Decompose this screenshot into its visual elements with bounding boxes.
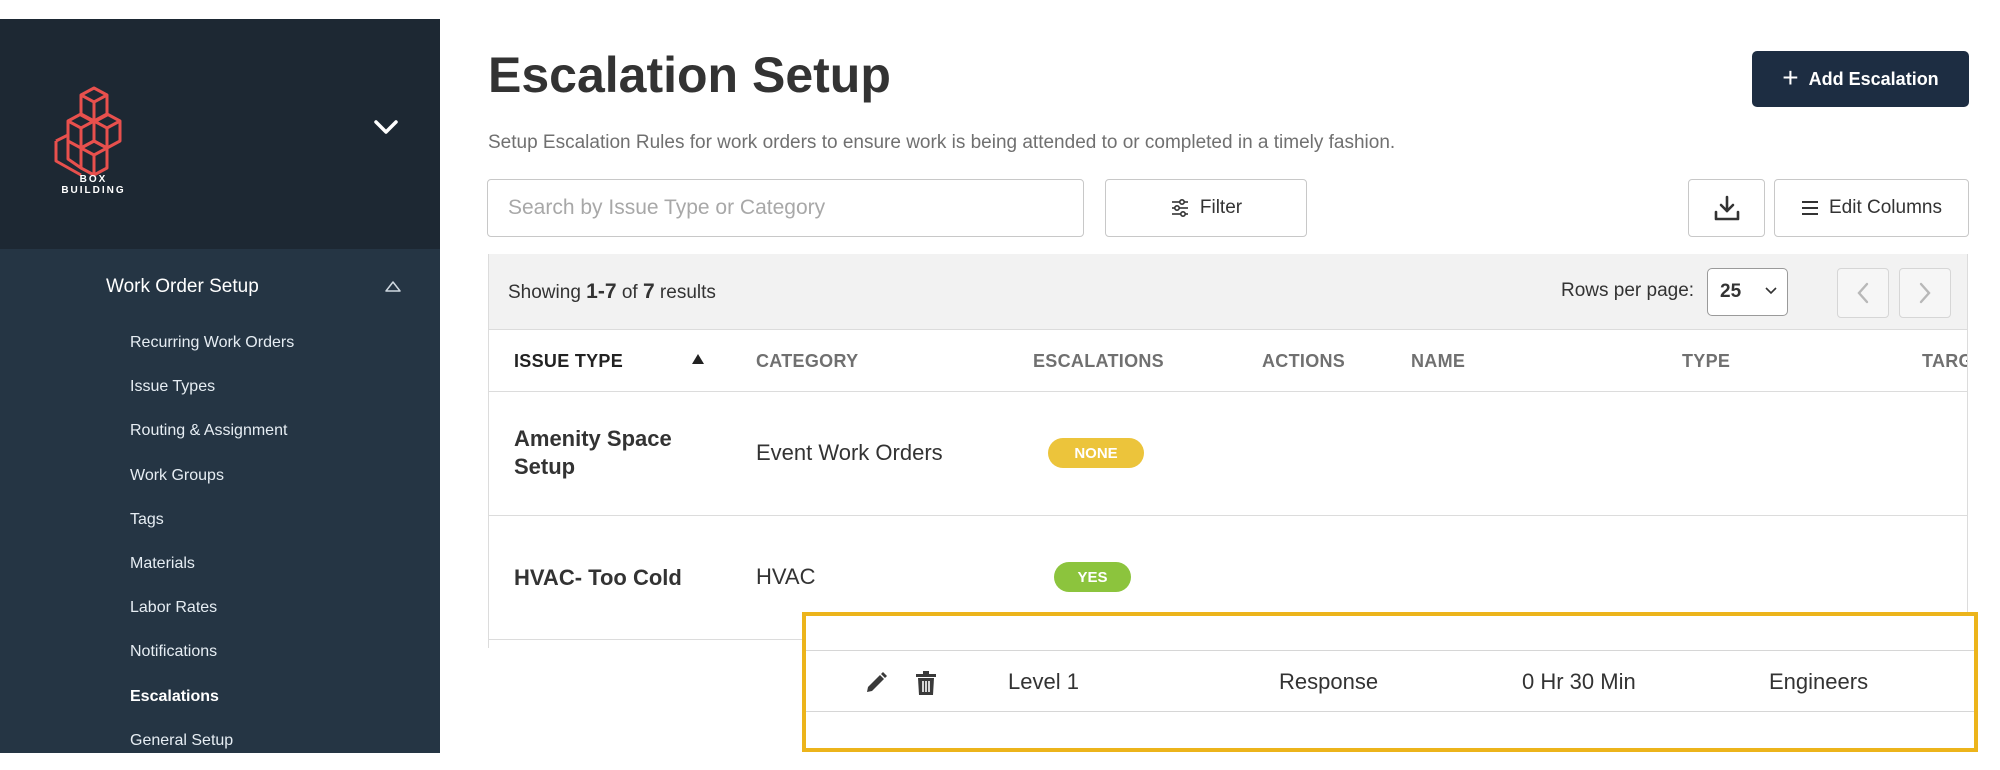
column-header-issue-type[interactable]: ISSUE TYPE bbox=[514, 351, 623, 372]
caret-up-icon bbox=[385, 281, 401, 292]
sidebar-item-notifications[interactable]: Notifications bbox=[0, 630, 440, 674]
brand-name: BOX BUILDING bbox=[61, 174, 126, 196]
rows-per-page-value: 25 bbox=[1720, 281, 1742, 302]
table-row[interactable]: Amenity Space Setup Event Work Orders NO… bbox=[489, 392, 1967, 516]
sidebar-item-work-groups[interactable]: Work Groups bbox=[0, 454, 440, 498]
category-cell: Event Work Orders bbox=[756, 440, 943, 465]
page-title: Escalation Setup bbox=[488, 47, 891, 103]
plus-icon: + bbox=[1782, 61, 1799, 93]
sidebar-item-tags[interactable]: Tags bbox=[0, 498, 440, 542]
sidebar-group-work-order-setup[interactable]: Work Order Setup bbox=[0, 267, 440, 307]
search-input[interactable] bbox=[487, 179, 1084, 237]
escalation-name: Level 1 bbox=[1008, 669, 1079, 694]
sidebar-item-recurring-work-orders[interactable]: Recurring Work Orders bbox=[0, 321, 440, 365]
sort-ascending-icon[interactable] bbox=[691, 352, 705, 366]
menu-lines-icon bbox=[1802, 201, 1818, 215]
sidebar-group-label: Work Order Setup bbox=[106, 276, 259, 297]
expanded-escalation-panel: Level 1 Response 0 Hr 30 Min Engineers bbox=[802, 612, 1978, 752]
download-button[interactable] bbox=[1688, 179, 1765, 237]
chevron-left-icon bbox=[1857, 282, 1869, 304]
next-page-button[interactable] bbox=[1899, 268, 1951, 318]
brand-header: BOX BUILDING bbox=[0, 19, 440, 249]
column-header-escalations[interactable]: ESCALATIONS bbox=[1033, 351, 1164, 372]
sidebar-item-labor-rates[interactable]: Labor Rates bbox=[0, 586, 440, 630]
column-header-category[interactable]: CATEGORY bbox=[756, 351, 858, 372]
chevron-down-icon[interactable] bbox=[372, 117, 400, 137]
results-count: Showing 1-7 of 7 results bbox=[508, 280, 716, 303]
trash-icon[interactable] bbox=[913, 670, 939, 696]
issue-type-cell: Amenity Space Setup bbox=[514, 426, 672, 479]
status-badge: NONE bbox=[1048, 438, 1144, 468]
edit-columns-button[interactable]: Edit Columns bbox=[1774, 179, 1969, 237]
escalations-table: Showing 1-7 of 7 results Rows per page: … bbox=[488, 254, 1968, 648]
page-subtitle: Setup Escalation Rules for work orders t… bbox=[488, 132, 1396, 153]
pagination-bar: Showing 1-7 of 7 results Rows per page: … bbox=[489, 254, 1967, 330]
filter-button[interactable]: Filter bbox=[1105, 179, 1307, 237]
escalation-row[interactable]: Level 1 Response 0 Hr 30 Min Engineers bbox=[806, 650, 1974, 712]
rows-per-page-select[interactable]: 25 bbox=[1707, 268, 1788, 316]
sidebar-nav: Recurring Work Orders Issue Types Routin… bbox=[0, 321, 440, 763]
download-icon bbox=[1714, 195, 1739, 221]
column-header-target[interactable]: TARG bbox=[1922, 351, 1967, 372]
sidebar-item-general-setup[interactable]: General Setup bbox=[0, 719, 440, 763]
sidebar-item-escalations[interactable]: Escalations bbox=[0, 675, 440, 719]
escalation-type: Response bbox=[1279, 669, 1379, 694]
column-header-type[interactable]: TYPE bbox=[1682, 351, 1730, 372]
pencil-icon[interactable] bbox=[863, 670, 889, 696]
sidebar-item-materials[interactable]: Materials bbox=[0, 542, 440, 586]
sidebar-item-issue-types[interactable]: Issue Types bbox=[0, 365, 440, 409]
chevron-down-icon bbox=[1765, 287, 1777, 295]
add-escalation-label: Add Escalation bbox=[1808, 68, 1939, 89]
rows-per-page-label: Rows per page: bbox=[1561, 280, 1695, 301]
escalation-target: 0 Hr 30 Min bbox=[1522, 669, 1636, 694]
table-header: ISSUE TYPE CATEGORY ESCALATIONS ACTIONS … bbox=[489, 330, 1967, 392]
issue-type-cell: HVAC- Too Cold bbox=[514, 565, 682, 590]
category-cell: HVAC bbox=[756, 564, 816, 589]
sidebar-item-routing-assignment[interactable]: Routing & Assignment bbox=[0, 409, 440, 453]
column-header-actions: ACTIONS bbox=[1262, 351, 1346, 371]
previous-page-button[interactable] bbox=[1837, 268, 1889, 318]
status-badge: YES bbox=[1054, 562, 1131, 592]
column-header-name[interactable]: NAME bbox=[1411, 351, 1465, 372]
add-escalation-button[interactable]: + Add Escalation bbox=[1752, 51, 1969, 107]
edit-columns-label: Edit Columns bbox=[1829, 197, 1942, 218]
sliders-icon bbox=[1171, 199, 1188, 217]
sidebar: BOX BUILDING Work Order Setup Recurring … bbox=[0, 19, 440, 753]
chevron-right-icon bbox=[1919, 282, 1931, 304]
filter-label: Filter bbox=[1199, 197, 1243, 218]
escalation-group: Engineers bbox=[1769, 669, 1869, 694]
